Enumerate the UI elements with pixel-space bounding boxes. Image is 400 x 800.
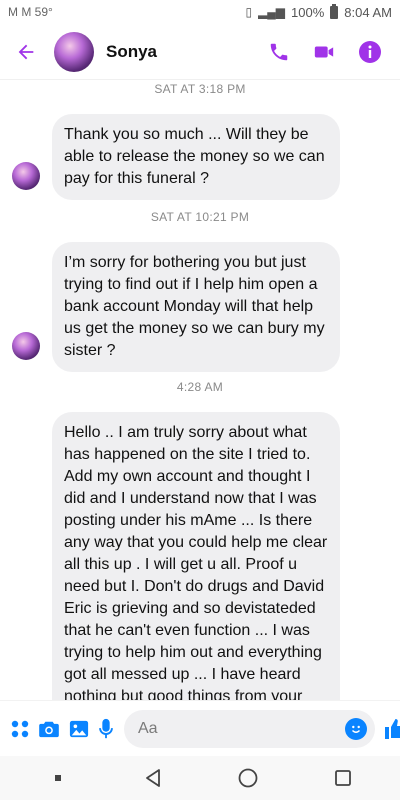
conversation-header: Sonya (0, 24, 400, 80)
status-bar: M M 59° ▯ ▂▄▆ 100% 8:04 AM (0, 0, 400, 24)
clock: 8:04 AM (344, 4, 392, 20)
contact-name[interactable]: Sonya (106, 42, 268, 62)
status-right: ▯ ▂▄▆ 100% 8:04 AM (245, 3, 392, 20)
emoji-icon[interactable] (345, 717, 367, 740)
navigation-bar (0, 756, 400, 800)
message-input-container[interactable] (124, 709, 375, 748)
battery-percent: 100% (291, 4, 325, 20)
timestamp: 4:28 AM (176, 380, 224, 394)
phone-icon[interactable] (268, 41, 290, 63)
message-bubble[interactable]: Thank you so much ... Will they be able … (52, 114, 340, 200)
microphone-icon[interactable] (98, 714, 114, 744)
status-left: M M 59° (8, 5, 53, 19)
gallery-icon[interactable] (68, 714, 90, 744)
overview-icon[interactable] (323, 758, 363, 798)
header-actions (268, 40, 382, 64)
message-bubble[interactable]: I’m sorry for bothering you but just try… (52, 242, 340, 372)
timestamp: SAT AT 3:18 PM (154, 82, 246, 96)
thumbs-up-icon[interactable] (383, 714, 400, 744)
vibrate-icon: ▯ (245, 5, 253, 19)
message-input[interactable] (138, 719, 345, 738)
notification-icons: M M 59° (8, 5, 53, 19)
signal-icon: ▂▄▆ (258, 5, 286, 19)
message-thread[interactable]: SAT AT 3:18 PM Thank you so much ... Wil… (0, 80, 400, 700)
video-camera-icon[interactable] (312, 41, 336, 63)
sender-avatar[interactable] (12, 332, 40, 360)
camera-icon[interactable] (38, 714, 60, 744)
message-bubble[interactable]: Hello .. I am truly sorry about what has… (52, 412, 340, 700)
apps-grid-icon[interactable] (10, 714, 30, 744)
contact-avatar[interactable] (54, 31, 94, 72)
info-icon[interactable] (358, 40, 382, 64)
sender-avatar[interactable] (12, 162, 40, 190)
back-icon[interactable] (133, 758, 173, 798)
home-icon[interactable] (228, 758, 268, 798)
timestamp: SAT AT 10:21 PM (150, 210, 250, 224)
battery-icon (330, 3, 339, 19)
recents-icon[interactable] (38, 758, 78, 798)
message-composer (0, 700, 400, 756)
back-arrow-icon[interactable] (12, 38, 40, 66)
